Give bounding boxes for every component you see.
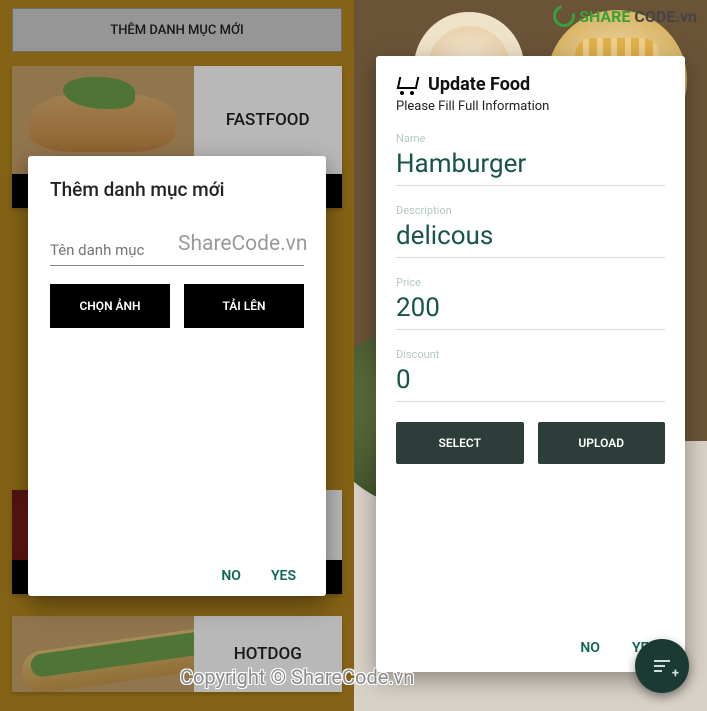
left-screenshot: THÊM DANH MỤC MỚI FASTFOOD SỬA XOÁ SẢN P…	[0, 0, 354, 711]
field-name: Name Hamburger	[396, 132, 665, 186]
category-name-input[interactable]	[50, 235, 304, 266]
sharecode-logo: SHARECODE.vn	[553, 5, 697, 27]
update-food-dialog: Update Food Please Fill Full Information…	[376, 56, 685, 672]
field-price: Price 200	[396, 276, 665, 330]
add-category-top-button[interactable]: THÊM DANH MỤC MỚI	[12, 8, 342, 52]
dialog-yes-button[interactable]: YES	[271, 568, 296, 584]
dialog-subtitle: Please Fill Full Information	[396, 99, 665, 114]
list-icon	[654, 660, 670, 672]
logo-ring-icon	[549, 1, 579, 31]
add-category-top-label: THÊM DANH MỤC MỚI	[110, 23, 243, 38]
input-name[interactable]: Hamburger	[396, 147, 665, 186]
fab-add-button[interactable]: +	[635, 639, 689, 693]
label-description: Description	[396, 204, 665, 217]
add-category-dialog: Thêm danh mục mới CHỌN ẢNH TẢI LÊN NO YE…	[28, 156, 326, 596]
input-discount[interactable]: 0	[396, 363, 665, 402]
category-card-hotdog[interactable]: HOTDOG	[12, 616, 342, 692]
label-discount: Discount	[396, 348, 665, 361]
input-description[interactable]: delicous	[396, 219, 665, 258]
hotdog-image	[12, 616, 194, 692]
field-description: Description delicous	[396, 204, 665, 258]
upload-button[interactable]: UPLOAD	[538, 422, 666, 464]
input-price[interactable]: 200	[396, 291, 665, 330]
plus-icon: +	[672, 666, 679, 681]
label-name: Name	[396, 132, 665, 145]
upload-button[interactable]: TẢI LÊN	[184, 284, 304, 328]
dialog-title: Update Food	[428, 74, 530, 95]
choose-image-button[interactable]: CHỌN ẢNH	[50, 284, 170, 328]
select-button[interactable]: SELECT	[396, 422, 524, 464]
logo-text-1: SHARE	[579, 7, 630, 26]
hotdog-label: HOTDOG	[194, 644, 343, 664]
logo-text-2: CODE.vn	[634, 7, 697, 26]
right-screenshot: SHARECODE.vn Update Food Please Fill Ful…	[354, 0, 707, 711]
dialog-title: Thêm danh mục mới	[50, 178, 304, 201]
fastfood-label: FASTFOOD	[194, 110, 343, 130]
dialog-no-button[interactable]: NO	[221, 568, 241, 584]
label-price: Price	[396, 276, 665, 289]
cart-icon	[396, 75, 418, 95]
dialog-no-button[interactable]: NO	[580, 640, 600, 656]
field-discount: Discount 0	[396, 348, 665, 402]
